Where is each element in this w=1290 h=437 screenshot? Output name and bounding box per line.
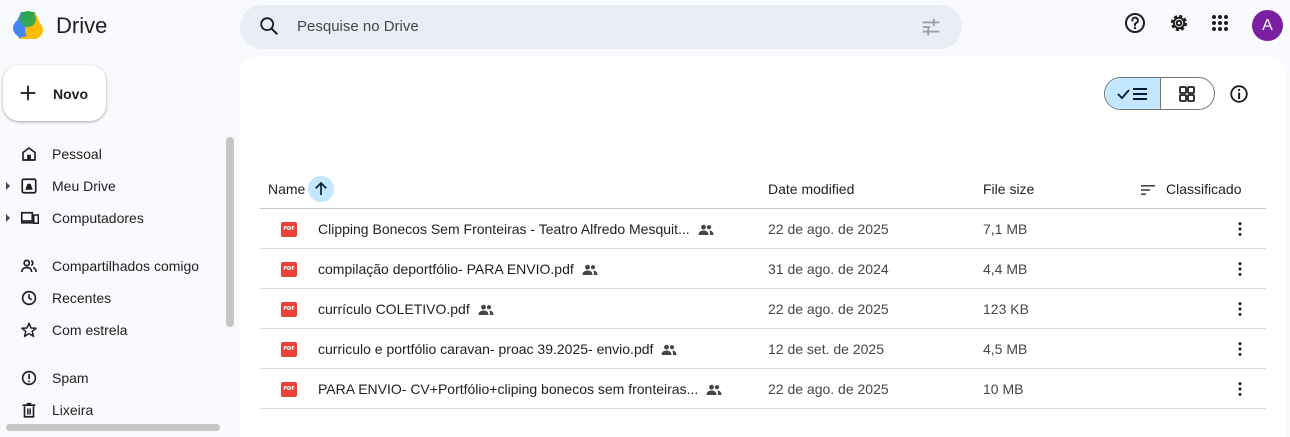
file-date-modified: 31 de ago. de 2024 [768, 261, 889, 277]
star-icon [20, 321, 38, 339]
info-icon[interactable] [1228, 83, 1250, 105]
file-row[interactable]: PDF curriculo e portfólio caravan- proac… [260, 329, 1266, 369]
clock-icon [20, 289, 38, 307]
arrow-up-icon [315, 181, 327, 195]
file-list-panel: Name Date modified File size Classificad… [240, 57, 1286, 437]
my-drive-icon [20, 177, 38, 195]
shared-people-icon [698, 224, 714, 236]
new-button-label: Novo [53, 86, 88, 102]
more-actions-icon[interactable] [1230, 219, 1250, 239]
shared-people-icon [661, 344, 677, 356]
file-row[interactable]: PDF currículo COLETIVO.pdf 22 de ago. de… [260, 289, 1266, 329]
view-toggle[interactable] [1104, 77, 1215, 110]
drive-logo-icon[interactable] [10, 8, 46, 44]
sidebar-item-meu-drive[interactable]: Meu Drive [0, 172, 225, 200]
settings-gear-icon[interactable] [1167, 11, 1191, 35]
search-input[interactable]: Pesquise no Drive [297, 18, 419, 35]
shared-people-icon [478, 304, 494, 316]
sidebar-item-com-estrela[interactable]: Com estrela [0, 316, 225, 344]
file-row[interactable]: PDF Clipping Bonecos Sem Fronteiras - Te… [260, 209, 1266, 249]
sidebar-item-lixeira[interactable]: Lixeira [0, 396, 225, 424]
pdf-file-icon: PDF [281, 342, 297, 357]
sidebar-vertical-scrollbar[interactable] [226, 137, 234, 327]
more-actions-icon[interactable] [1230, 299, 1250, 319]
people-icon [20, 257, 38, 275]
sidebar-item-label: Compartilhados comigo [52, 258, 200, 274]
sidebar-item-pessoal[interactable]: Pessoal [0, 140, 225, 168]
sidebar-item-label: Com estrela [52, 322, 128, 338]
sidebar-item-compartilhados[interactable]: Compartilhados comigo [0, 252, 225, 280]
sidebar-item-label: Computadores [52, 210, 144, 226]
help-icon[interactable] [1123, 11, 1147, 35]
file-size: 4,4 MB [983, 261, 1028, 277]
file-name[interactable]: curriculo e portfólio caravan- proac 39.… [318, 341, 677, 357]
search-options-icon[interactable] [920, 16, 942, 38]
sort-direction-button[interactable] [308, 176, 334, 202]
file-name[interactable]: PARA ENVIO- CV+Portfólio+cliping bonecos… [318, 381, 722, 397]
sidebar-item-label: Pessoal [52, 146, 102, 162]
pdf-file-icon: PDF [281, 302, 297, 317]
trash-icon [20, 401, 38, 419]
column-date-header[interactable]: Date modified [768, 181, 854, 197]
search-bar[interactable]: Pesquise no Drive [240, 5, 962, 49]
pdf-file-icon: PDF [281, 262, 297, 277]
pdf-file-icon: PDF [281, 382, 297, 397]
file-name[interactable]: currículo COLETIVO.pdf [318, 301, 494, 317]
shared-people-icon [706, 384, 722, 396]
check-list-icon [1117, 88, 1147, 100]
computers-icon [20, 209, 40, 227]
file-size: 4,5 MB [983, 341, 1028, 357]
more-actions-icon[interactable] [1230, 379, 1250, 399]
list-view-button[interactable] [1105, 78, 1161, 109]
file-row[interactable]: PDF compilação deportfólio- PARA ENVIO.p… [260, 249, 1266, 289]
grid-view-icon [1179, 86, 1195, 102]
sidebar-item-label: Meu Drive [52, 178, 116, 194]
file-row[interactable]: PDF PARA ENVIO- CV+Portfólio+cliping bon… [260, 369, 1266, 409]
column-size-header[interactable]: File size [983, 181, 1034, 197]
file-size: 7,1 MB [983, 221, 1028, 237]
home-icon [20, 145, 38, 163]
file-name[interactable]: compilação deportfólio- PARA ENVIO.pdf [318, 261, 598, 277]
expand-caret-icon[interactable] [6, 182, 10, 190]
plus-icon [17, 82, 39, 104]
pdf-file-icon: PDF [281, 222, 297, 237]
apps-grid-icon[interactable] [1208, 11, 1232, 35]
app-title[interactable]: Drive [56, 13, 107, 39]
file-date-modified: 12 de set. de 2025 [768, 341, 884, 357]
sidebar-item-label: Lixeira [52, 402, 94, 418]
expand-caret-icon[interactable] [6, 214, 10, 222]
sidebar-item-spam[interactable]: Spam [0, 364, 225, 392]
search-icon[interactable] [258, 15, 280, 37]
sort-options-button[interactable]: Classificado [1166, 181, 1241, 197]
grid-view-button[interactable] [1161, 78, 1214, 109]
file-size: 10 MB [983, 381, 1024, 397]
column-name-header[interactable]: Name [268, 181, 305, 197]
more-actions-icon[interactable] [1230, 259, 1250, 279]
more-actions-icon[interactable] [1230, 339, 1250, 359]
sidebar-item-label: Spam [52, 370, 89, 386]
account-avatar[interactable]: A [1252, 10, 1283, 41]
shared-people-icon [582, 264, 598, 276]
file-date-modified: 22 de ago. de 2025 [768, 301, 889, 317]
sidebar-item-computadores[interactable]: Computadores [0, 204, 225, 232]
sidebar-item-label: Recentes [52, 290, 112, 306]
file-date-modified: 22 de ago. de 2025 [768, 381, 889, 397]
spam-icon [20, 369, 38, 387]
file-size: 123 KB [983, 301, 1029, 317]
new-button[interactable]: Novo [3, 65, 106, 121]
sort-lines-icon[interactable] [1140, 183, 1156, 197]
sidebar-item-recentes[interactable]: Recentes [0, 284, 225, 312]
file-date-modified: 22 de ago. de 2025 [768, 221, 889, 237]
sidebar-horizontal-scrollbar[interactable] [6, 424, 220, 431]
file-name[interactable]: Clipping Bonecos Sem Fronteiras - Teatro… [318, 221, 714, 237]
